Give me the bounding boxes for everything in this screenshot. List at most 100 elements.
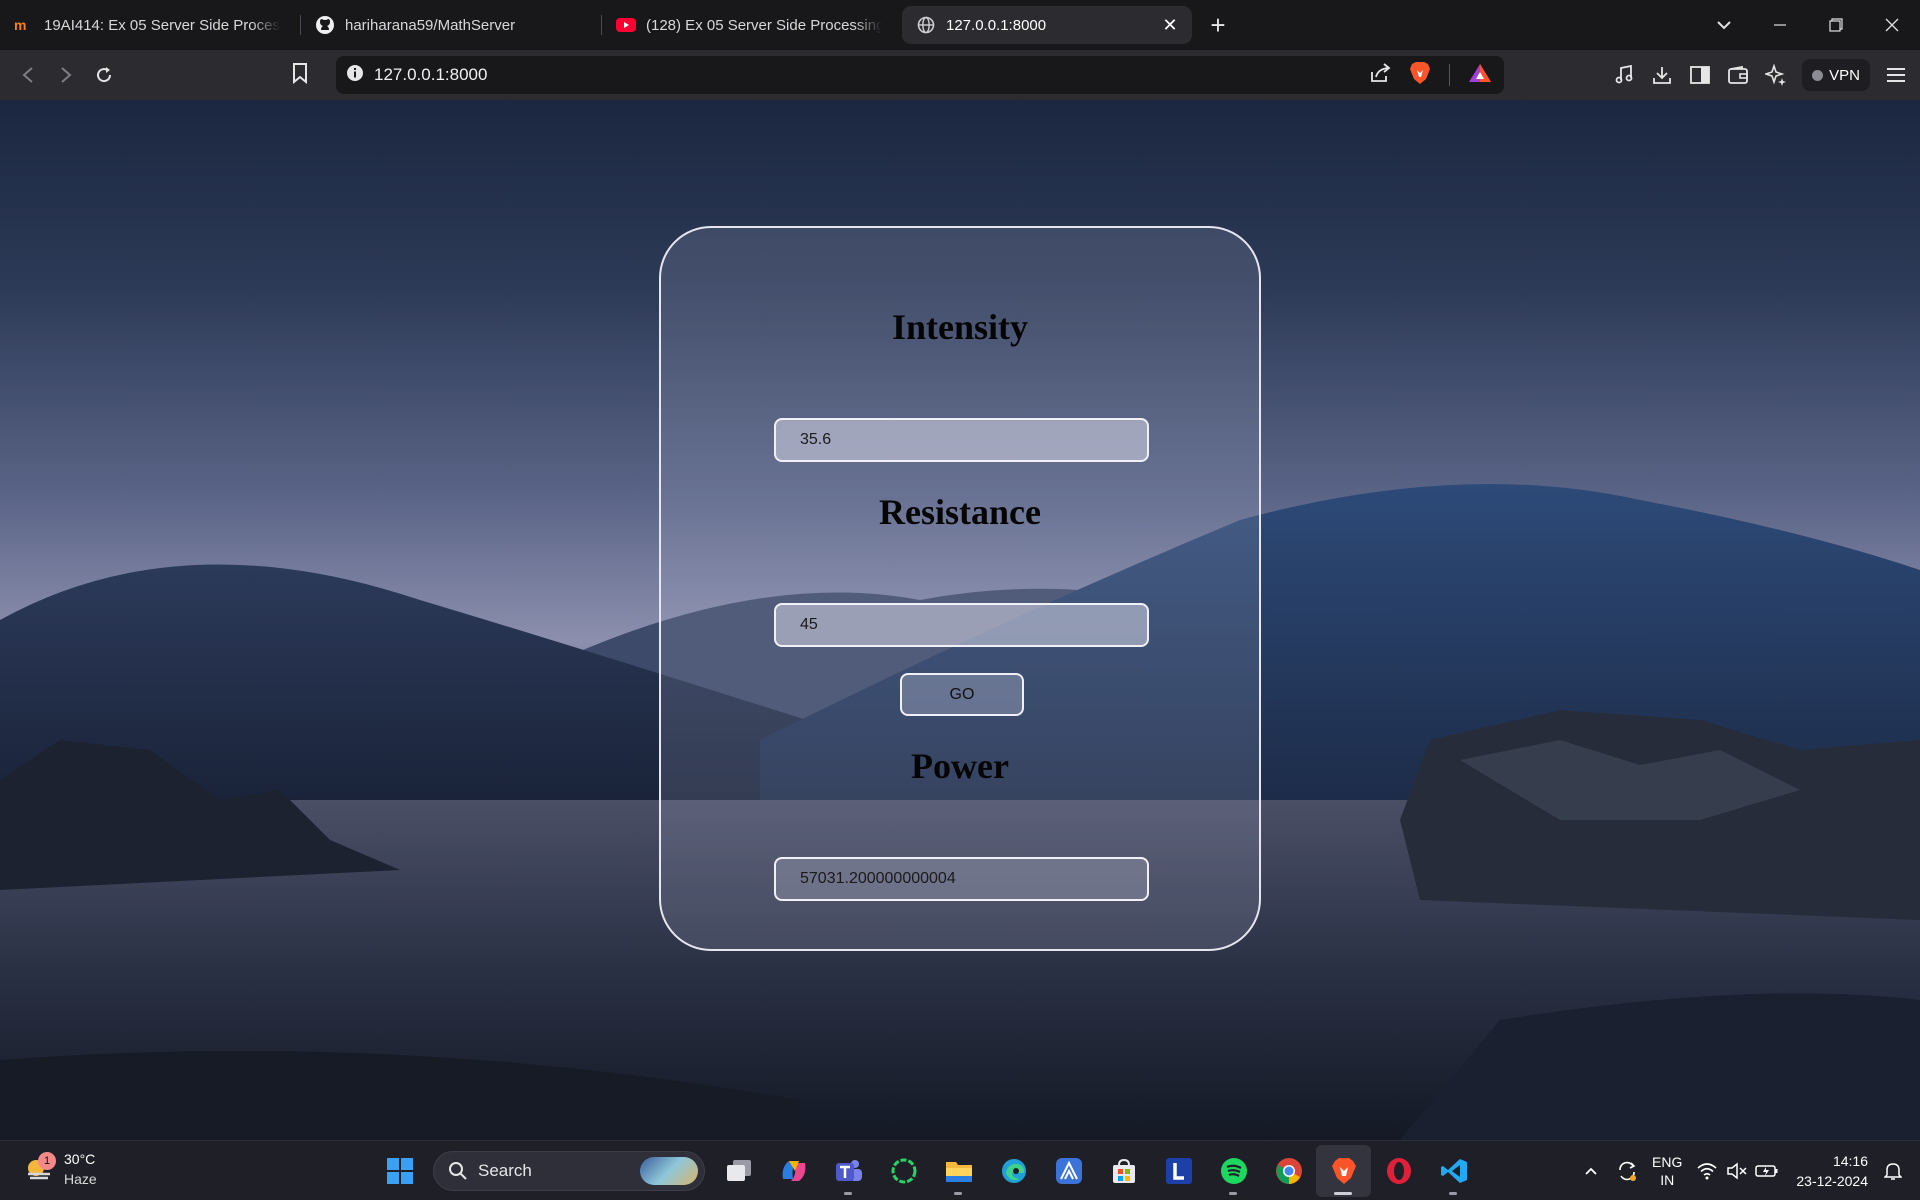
svg-text:m: m — [14, 17, 26, 33]
power-heading: Power — [911, 746, 1009, 786]
page-viewport: Intensity 35.6 Resistance 45 GO Power 57… — [0, 100, 1920, 1140]
opera-icon[interactable] — [1371, 1145, 1426, 1197]
moodle-icon: m — [14, 15, 34, 35]
go-button[interactable]: GO — [900, 673, 1024, 716]
taskbar-search[interactable]: Search — [433, 1151, 705, 1191]
language-code: ENG — [1652, 1154, 1683, 1170]
power-output[interactable]: 57031.200000000004 — [774, 857, 1149, 901]
intensity-heading: Intensity — [891, 307, 1029, 347]
tab-title: 127.0.0.1:8000 — [946, 16, 1047, 34]
system-tray: ENG IN 14:16 23-12-2024 — [1576, 1141, 1920, 1200]
brave-rewards-icon[interactable] — [1468, 63, 1492, 88]
sidebar-icon[interactable] — [1688, 63, 1712, 87]
running-indicator — [954, 1192, 962, 1195]
calculator-card: Intensity 35.6 Resistance 45 GO Power 57… — [659, 226, 1261, 951]
globe-icon — [916, 15, 936, 35]
clock-date: 23-12-2024 — [1796, 1173, 1868, 1189]
leo-ai-icon[interactable] — [1764, 63, 1788, 87]
toolbar-actions: VPN — [1612, 50, 1908, 100]
address-divider — [1449, 64, 1450, 86]
restore-icon[interactable] — [1808, 0, 1864, 50]
youtube-icon — [616, 15, 636, 35]
github-icon — [315, 15, 335, 35]
taskbar-apps: Search — [372, 1141, 1481, 1200]
affinity-icon[interactable] — [1041, 1145, 1096, 1197]
window-controls — [1696, 0, 1920, 50]
tab-title: hariharana59/MathServer — [345, 16, 516, 34]
whatsapp-icon[interactable] — [876, 1145, 931, 1197]
show-hidden-icons-chevron-icon[interactable] — [1576, 1156, 1606, 1186]
browser-toolbar: 127.0.0.1:8000 VPN — [0, 50, 1920, 100]
minimize-icon[interactable] — [1752, 0, 1808, 50]
forward-arrow-icon — [61, 67, 72, 83]
reload-icon — [97, 67, 112, 83]
close-tab-icon[interactable]: ✕ — [1160, 15, 1180, 35]
search-highlight-image — [640, 1157, 698, 1185]
notification-badge: 1 — [38, 1152, 56, 1170]
download-icon[interactable] — [1650, 63, 1674, 87]
battery-charging-icon[interactable] — [1752, 1156, 1782, 1186]
volume-muted-icon[interactable] — [1722, 1156, 1752, 1186]
brave-shields-icon[interactable] — [1409, 61, 1431, 90]
address-bar[interactable]: 127.0.0.1:8000 — [336, 56, 1504, 94]
url-text: 127.0.0.1:8000 — [374, 65, 488, 84]
share-icon[interactable] — [1369, 62, 1391, 88]
menu-hamburger-icon[interactable] — [1884, 63, 1908, 87]
brave-icon[interactable] — [1316, 1145, 1371, 1197]
tab-search-chevron-icon[interactable] — [1696, 0, 1752, 50]
sync-icon[interactable] — [1612, 1156, 1642, 1186]
teams-icon[interactable] — [821, 1145, 876, 1197]
copilot-icon[interactable] — [766, 1145, 821, 1197]
task-view-icon[interactable] — [711, 1145, 766, 1197]
address-actions — [1369, 56, 1492, 94]
tab-strip: m 19AI414: Ex 05 Server Side Processing … — [0, 0, 1920, 50]
reload-button[interactable] — [86, 57, 122, 93]
ms-store-icon[interactable] — [1096, 1145, 1151, 1197]
back-arrow-icon — [22, 67, 33, 83]
media-music-icon[interactable] — [1612, 63, 1636, 87]
running-indicator — [1229, 1192, 1237, 1195]
weather-temp: 30°C — [64, 1151, 96, 1167]
site-info-icon[interactable] — [346, 64, 364, 87]
new-tab-button[interactable]: + — [1200, 7, 1236, 43]
chrome-icon[interactable] — [1261, 1145, 1316, 1197]
search-label: Search — [478, 1161, 532, 1180]
forward-button[interactable] — [48, 57, 84, 93]
vpn-button[interactable]: VPN — [1802, 59, 1870, 91]
resistance-input[interactable]: 45 — [774, 603, 1149, 647]
tab-localhost[interactable]: 127.0.0.1:8000 ✕ — [902, 6, 1192, 44]
wallet-icon[interactable] — [1726, 63, 1750, 87]
tab-title: (128) Ex 05 Server Side Processing in — [646, 16, 882, 34]
vpn-label: VPN — [1829, 66, 1860, 84]
vpn-status-dot — [1812, 69, 1824, 81]
file-explorer-icon[interactable] — [931, 1145, 986, 1197]
wifi-icon[interactable] — [1692, 1156, 1722, 1186]
l-app-icon[interactable] — [1151, 1145, 1206, 1197]
bookmark-icon[interactable] — [292, 62, 308, 89]
resistance-heading: Resistance — [879, 492, 1041, 532]
clock[interactable]: 14:16 23-12-2024 — [1796, 1151, 1868, 1191]
windows-taskbar: 1 30°C Haze Search ENG IN 14:16 23-12-20… — [0, 1140, 1920, 1200]
back-button[interactable] — [10, 57, 46, 93]
weather-haze-icon: 1 — [24, 1152, 56, 1184]
vscode-icon[interactable] — [1426, 1145, 1481, 1197]
clock-time: 14:16 — [1832, 1153, 1868, 1169]
intensity-input[interactable]: 35.6 — [774, 418, 1149, 462]
language-indicator[interactable]: ENG IN — [1652, 1153, 1682, 1189]
tab-github[interactable]: hariharana59/MathServer — [301, 6, 601, 44]
region-code: IN — [1660, 1172, 1675, 1188]
running-indicator — [1334, 1192, 1352, 1195]
spotify-icon[interactable] — [1206, 1145, 1261, 1197]
tab-youtube[interactable]: (128) Ex 05 Server Side Processing in — [602, 6, 902, 44]
windows-start-icon[interactable] — [372, 1145, 427, 1197]
notification-bell-icon[interactable] — [1878, 1156, 1908, 1186]
edge-icon[interactable] — [986, 1145, 1041, 1197]
search-icon — [449, 1162, 467, 1180]
tab-title: 19AI414: Ex 05 Server Side Processing — [44, 16, 280, 34]
weather-widget[interactable]: 1 30°C Haze — [24, 1149, 97, 1189]
tab-moodle[interactable]: m 19AI414: Ex 05 Server Side Processing — [0, 6, 300, 44]
running-indicator — [1449, 1192, 1457, 1195]
close-window-icon[interactable] — [1864, 0, 1920, 50]
running-indicator — [844, 1192, 852, 1195]
weather-condition: Haze — [64, 1171, 97, 1187]
